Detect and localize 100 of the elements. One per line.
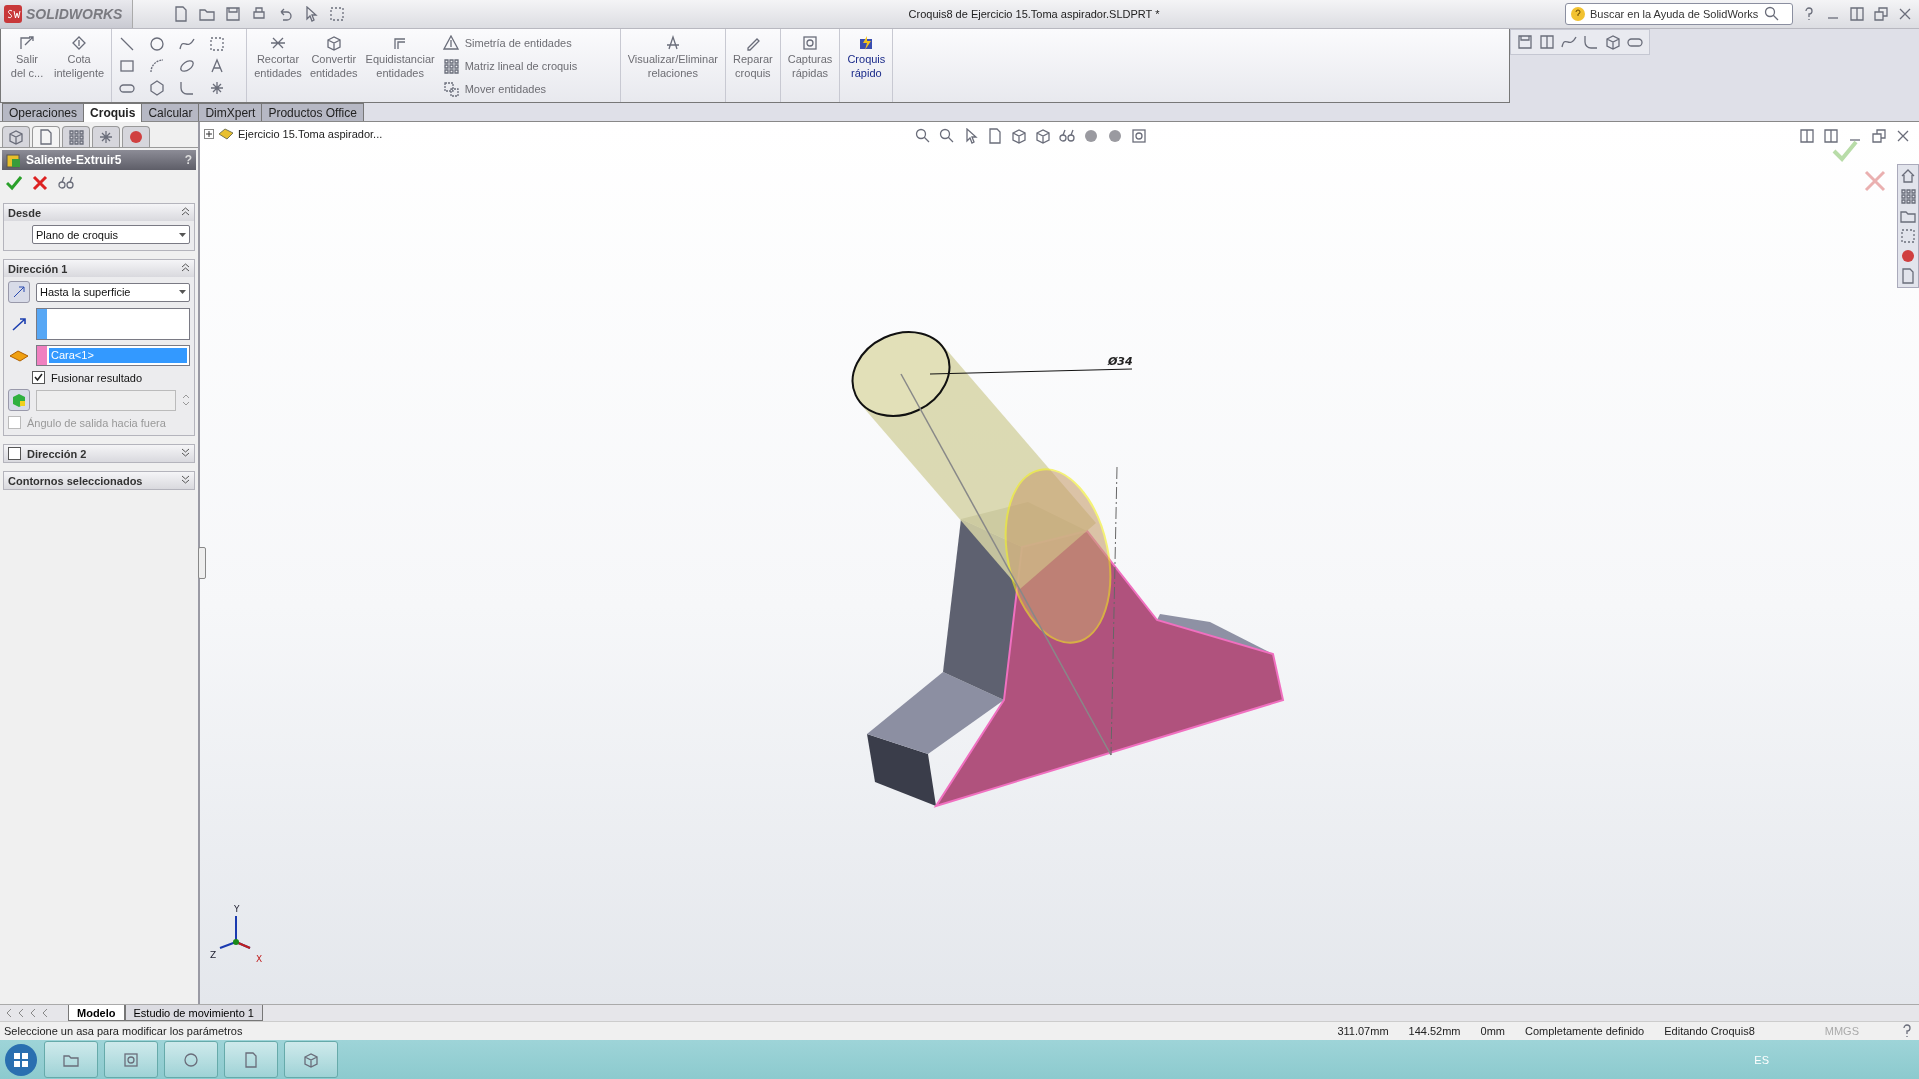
view-tool-icon[interactable] (1107, 128, 1123, 144)
panel-tab-icon[interactable] (98, 129, 114, 145)
convert-icon[interactable] (325, 35, 342, 51)
reverse-direction-button[interactable] (8, 281, 30, 303)
circle-tool-icon[interactable] (149, 36, 166, 52)
search-icon[interactable] (1764, 6, 1780, 22)
collapse-chevron-icon[interactable] (181, 207, 190, 216)
ok-check-icon[interactable] (6, 175, 22, 191)
view-tool-icon[interactable] (915, 128, 931, 144)
grid-tool-icon[interactable] (209, 36, 226, 52)
ribbon-button[interactable]: Recortar entidades (250, 29, 306, 102)
toolbar-tool-icon[interactable] (1605, 34, 1621, 50)
restore-icon[interactable] (1871, 128, 1887, 144)
help-search-field[interactable]: Buscar en la Ayuda de SolidWorks (1565, 3, 1793, 25)
taskbar-app[interactable] (44, 1041, 98, 1078)
ribbon-button[interactable]: Cota inteligente (50, 29, 109, 102)
ribbon-button[interactable]: Salir del c... (4, 29, 50, 102)
tile-icon[interactable] (1823, 128, 1839, 144)
toolbar-tool-icon[interactable] (1583, 34, 1599, 50)
app-icon[interactable] (123, 1051, 139, 1068)
app-icon[interactable] (303, 1051, 319, 1068)
panel-tab-icon[interactable] (68, 129, 84, 145)
model-tab[interactable]: Modelo (68, 1005, 125, 1021)
panel-tab[interactable] (92, 126, 120, 147)
draft-button[interactable] (8, 389, 30, 411)
confirm-check-icon[interactable] (1832, 140, 1858, 162)
open-folder-icon[interactable] (199, 6, 215, 22)
panel-tab-icon[interactable] (38, 129, 54, 145)
toolbar-tool-icon[interactable] (1561, 34, 1577, 50)
panel-splitter[interactable] (198, 547, 206, 579)
expand-chevron-icon[interactable] (181, 475, 190, 484)
expand-chevron-icon[interactable] (181, 448, 190, 457)
start-orb-icon[interactable] (4, 1042, 38, 1077)
toolbar-tool-icon[interactable] (1517, 34, 1533, 50)
view-tool-icon[interactable] (1131, 128, 1147, 144)
tree-item[interactable]: Ejercicio 15.Toma aspirador... (238, 128, 383, 140)
view-tool-icon[interactable] (1011, 128, 1027, 144)
taskbar-app[interactable] (224, 1041, 278, 1078)
panel-tab-icon[interactable] (8, 129, 24, 145)
direction-selection-box[interactable] (36, 308, 190, 340)
panel-tab[interactable] (32, 126, 60, 147)
model-tab[interactable]: Estudio de movimiento 1 (124, 1005, 263, 1021)
exit-sketch-icon[interactable] (19, 35, 35, 51)
close-icon[interactable] (1897, 6, 1913, 22)
trim-icon[interactable] (270, 35, 286, 51)
pattern-grid-icon[interactable] (442, 57, 459, 74)
ribbon-button[interactable]: Convertir entidades (305, 29, 362, 102)
dropdown-caret-icon[interactable] (179, 232, 186, 237)
spin-arrows-icon[interactable] (182, 392, 190, 408)
fillet-tool-icon[interactable] (179, 80, 196, 96)
diameter-dimension[interactable]: Ø34 (1108, 355, 1133, 368)
dimension-icon[interactable] (71, 35, 88, 51)
expand-toggle[interactable] (204, 129, 214, 139)
dropdown-caret-icon[interactable] (179, 290, 186, 294)
ribbon-command[interactable]: Matriz lineal de croquis (442, 57, 613, 74)
draft-angle-field[interactable] (36, 389, 176, 411)
taskbar-app[interactable] (104, 1041, 158, 1078)
ribbon-button[interactable]: Reparar croquis (728, 29, 777, 102)
command-tab[interactable]: Calcular (141, 103, 200, 121)
polygon-tool-icon[interactable] (149, 80, 166, 96)
ribbon-button[interactable]: Croquis rápido (843, 29, 890, 102)
panel-tab[interactable] (122, 126, 150, 147)
preview-glasses-icon[interactable] (58, 175, 74, 191)
taskbar-app[interactable] (164, 1041, 218, 1078)
ribbon-button[interactable]: Capturas rápidas (783, 29, 837, 102)
command-tab[interactable]: DimXpert (198, 103, 263, 121)
view-tool-icon[interactable] (1059, 128, 1075, 144)
restore-icon[interactable] (1873, 6, 1889, 22)
rectangle-tool-icon[interactable] (119, 58, 136, 74)
task-pane-icon[interactable] (1900, 208, 1916, 224)
tile-icon[interactable] (1799, 128, 1815, 144)
relations-icon[interactable] (664, 35, 681, 51)
new-document-icon[interactable] (173, 6, 189, 22)
spline-tool-icon[interactable] (179, 36, 196, 52)
checkbox[interactable] (32, 371, 45, 384)
command-tab[interactable]: Productos Office (261, 103, 364, 121)
cancel-x-icon[interactable] (32, 175, 48, 191)
toolbar-tool-icon[interactable] (1539, 34, 1555, 50)
view-tool-icon[interactable] (1083, 128, 1099, 144)
view-tool-icon[interactable] (963, 128, 979, 144)
help-mark[interactable]: ? (184, 153, 192, 167)
task-pane-icon[interactable] (1900, 228, 1916, 244)
command-tab[interactable]: Operaciones (2, 103, 85, 121)
task-pane-icon[interactable] (1900, 248, 1916, 264)
task-pane-icon[interactable] (1900, 188, 1916, 204)
tile-icon[interactable] (1849, 6, 1865, 22)
quick-sketch-icon[interactable] (858, 35, 875, 51)
checkbox[interactable] (8, 447, 21, 460)
save-icon[interactable] (225, 6, 241, 22)
panel-tab[interactable] (62, 126, 90, 147)
ribbon-button[interactable]: Visualizar/Eliminar relaciones (623, 29, 722, 102)
line-tool-icon[interactable] (119, 36, 136, 52)
end-condition-dropdown[interactable]: Hasta la superficie (36, 282, 190, 302)
view-tool-icon[interactable] (1035, 128, 1051, 144)
view-tool-icon[interactable] (939, 128, 955, 144)
ribbon-button[interactable]: Equidistanciar entidades (361, 29, 439, 102)
snapshot-icon[interactable] (802, 35, 819, 51)
command-tab[interactable]: Croquis (83, 103, 143, 122)
panel-tab[interactable] (2, 126, 30, 147)
close-icon[interactable] (1895, 128, 1911, 144)
